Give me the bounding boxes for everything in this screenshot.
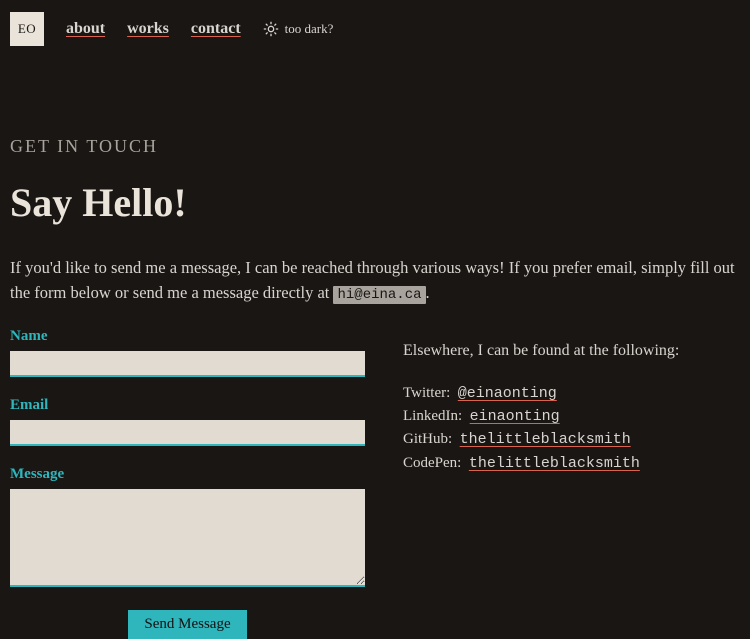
social-link-linkedin[interactable]: einaonting xyxy=(470,408,560,425)
social-link-codepen[interactable]: thelittleblacksmith xyxy=(469,455,640,472)
social-platform-label: LinkedIn: xyxy=(403,408,462,424)
intro-text-after: . xyxy=(426,283,430,302)
social-row-codepen: CodePen: thelittleblacksmith xyxy=(403,452,740,475)
theme-toggle-label: too dark? xyxy=(285,21,334,37)
elsewhere-block: Elsewhere, I can be found at the followi… xyxy=(403,328,740,639)
logo[interactable]: EO xyxy=(10,12,44,46)
message-textarea[interactable] xyxy=(10,489,365,587)
elsewhere-intro: Elsewhere, I can be found at the followi… xyxy=(403,342,740,360)
email-input[interactable] xyxy=(10,420,365,446)
social-platform-label: GitHub: xyxy=(403,431,452,447)
social-row-twitter: Twitter: @einaonting xyxy=(403,382,740,405)
nav-link-contact[interactable]: contact xyxy=(191,20,241,38)
contact-form: Name Email Message Send Message xyxy=(10,328,365,639)
social-platform-label: CodePen: xyxy=(403,455,461,471)
email-chip[interactable]: hi@eina.ca xyxy=(333,286,425,304)
name-label: Name xyxy=(10,328,365,345)
nav-link-works[interactable]: works xyxy=(127,20,169,38)
social-platform-label: Twitter: xyxy=(403,385,450,401)
name-input[interactable] xyxy=(10,351,365,377)
email-label: Email xyxy=(10,397,365,414)
social-link-twitter[interactable]: @einaonting xyxy=(458,385,557,402)
social-row-github: GitHub: thelittleblacksmith xyxy=(403,428,740,451)
social-row-linkedin: LinkedIn: einaonting xyxy=(403,405,740,428)
nav-link-about[interactable]: about xyxy=(66,20,105,38)
page-title: Say Hello! xyxy=(10,179,740,226)
section-eyebrow: GET IN TOUCH xyxy=(10,136,740,157)
sun-icon xyxy=(263,21,279,37)
social-link-github[interactable]: thelittleblacksmith xyxy=(460,431,631,448)
intro-paragraph: If you'd like to send me a message, I ca… xyxy=(10,256,740,306)
contact-section: GET IN TOUCH Say Hello! If you'd like to… xyxy=(10,46,740,639)
message-label: Message xyxy=(10,466,365,483)
send-message-button[interactable]: Send Message xyxy=(128,610,246,639)
top-nav: EO about works contact too dark? xyxy=(10,12,740,46)
theme-toggle[interactable]: too dark? xyxy=(263,21,334,37)
